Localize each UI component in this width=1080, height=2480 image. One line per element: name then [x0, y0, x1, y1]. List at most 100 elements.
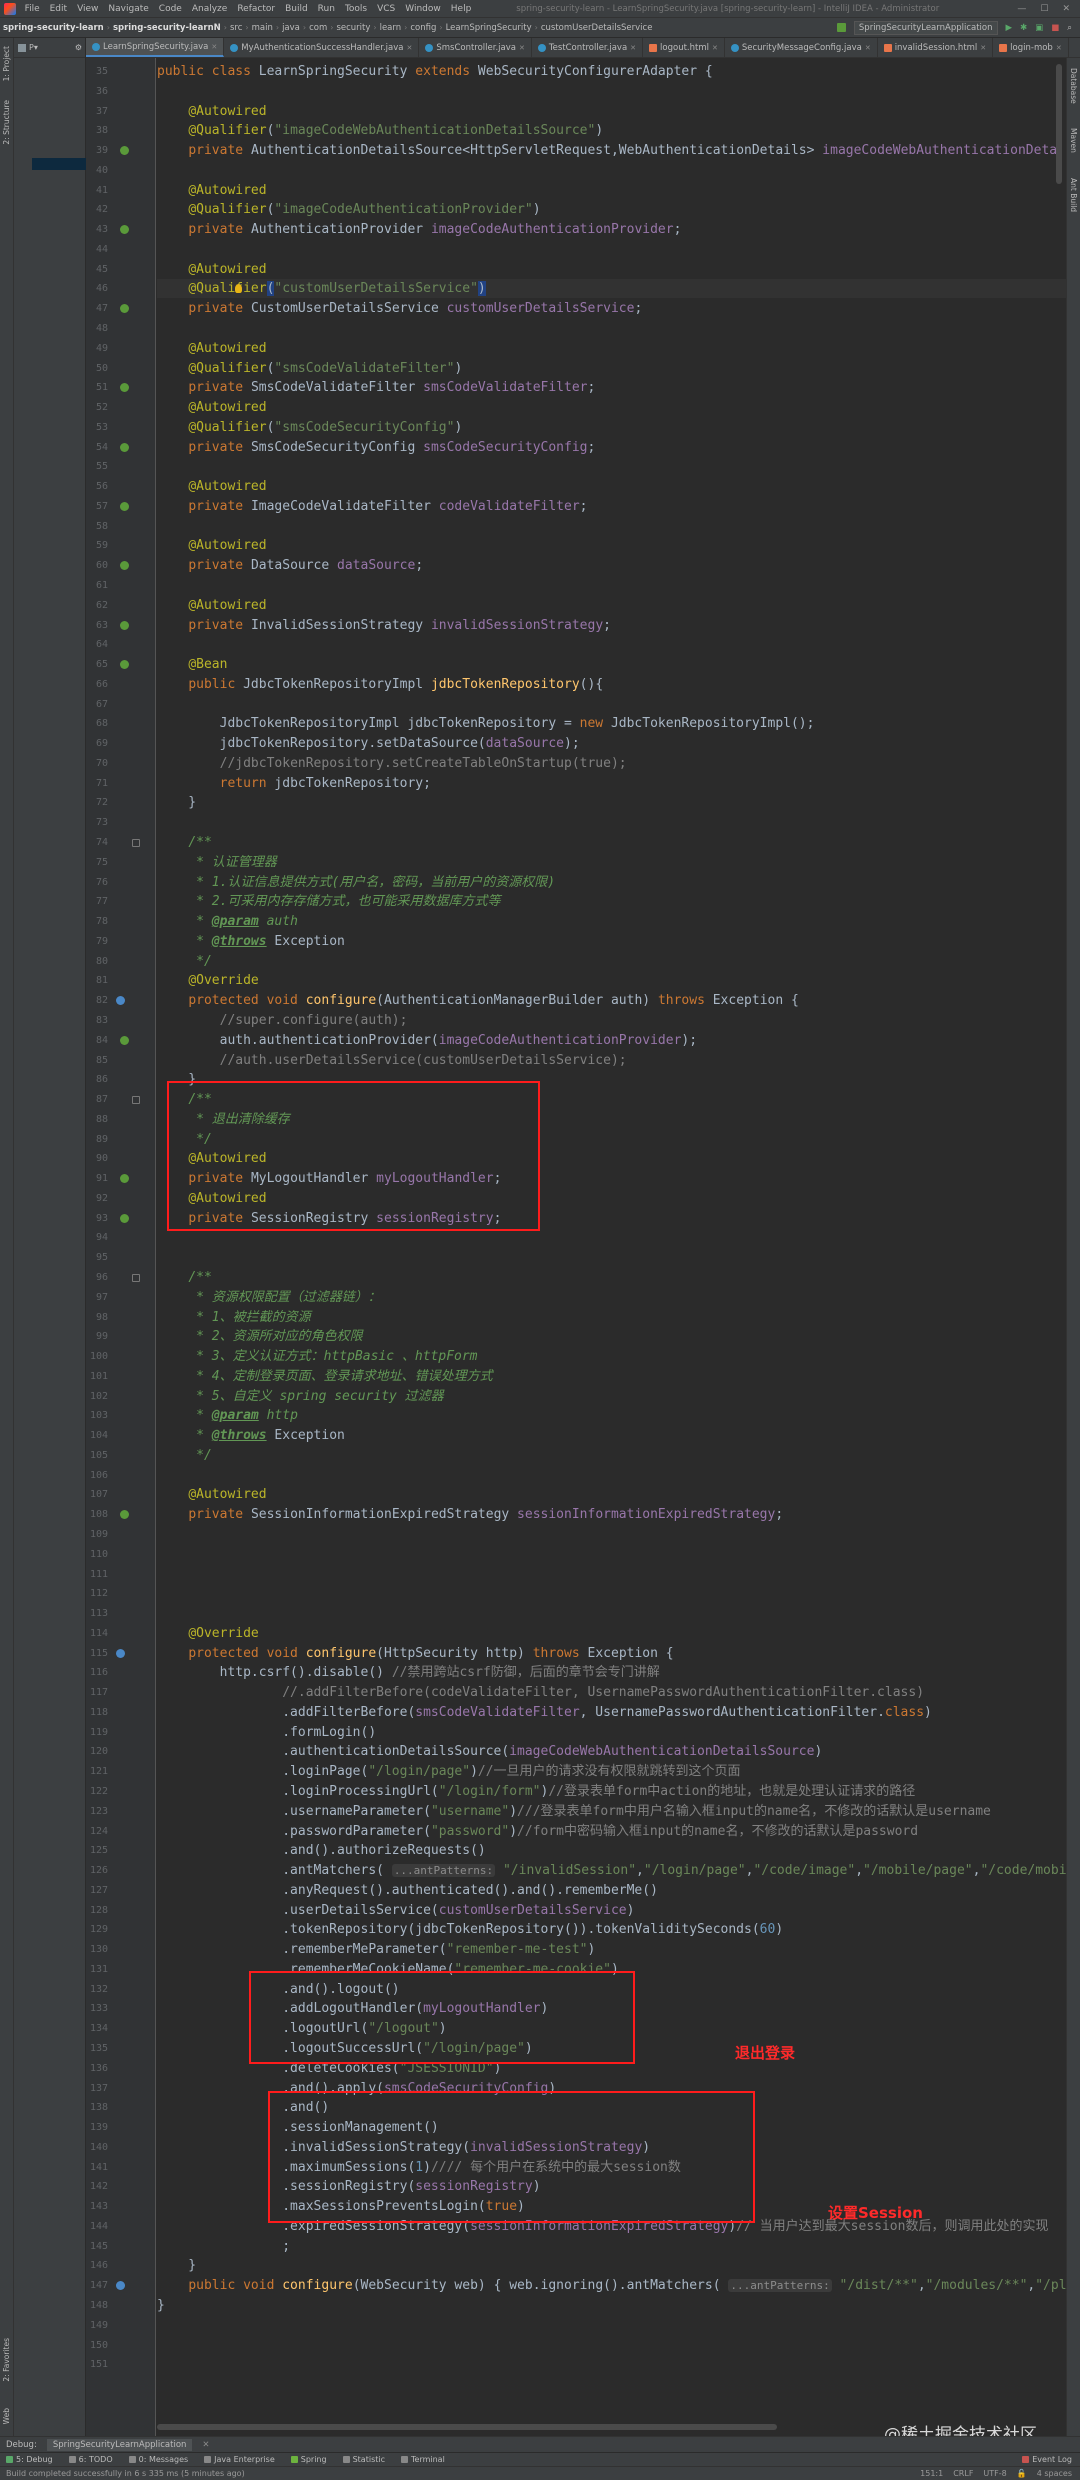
tool-event-log[interactable]: Event Log [1022, 2455, 1080, 2464]
database-tool-button[interactable]: Database [1069, 68, 1078, 104]
code-line[interactable]: @Bean [157, 655, 227, 674]
maven-tool-button[interactable]: Maven [1069, 128, 1078, 153]
project-tool-button[interactable]: 1: Project [2, 46, 11, 81]
spring-bean-icon[interactable] [120, 383, 129, 393]
breadcrumb-project[interactable]: spring-security-learn [0, 23, 107, 33]
code-line[interactable]: auth.authenticationProvider(imageCodeAut… [157, 1031, 697, 1050]
tool-debug[interactable]: 5: Debug [6, 2455, 53, 2464]
override-method-icon[interactable] [116, 2281, 125, 2291]
breadcrumb-learn[interactable]: learn [377, 23, 405, 33]
line-separator[interactable]: CRLF [953, 2469, 973, 2478]
fold-icon[interactable] [132, 1273, 140, 1282]
menu-navigate[interactable]: Navigate [103, 4, 153, 14]
code-line[interactable]: //.addFilterBefore(codeValidateFilter, U… [157, 1683, 924, 1702]
code-line[interactable]: @Qualifier("customUserDetailsService") [157, 279, 486, 298]
breadcrumb-main[interactable]: main [249, 23, 276, 33]
code-line[interactable]: private ImageCodeValidateFilter codeVali… [157, 497, 587, 516]
code-line[interactable]: @Qualifier("imageCodeWebAuthenticationDe… [157, 121, 603, 140]
code-line[interactable]: .tokenRepository(jdbcTokenRepository()).… [157, 1920, 783, 1939]
code-line[interactable]: */ [157, 1446, 212, 1465]
code-line[interactable]: @Autowired [157, 102, 266, 121]
web-tool-button[interactable]: Web [2, 2408, 11, 2424]
code-line[interactable]: @Autowired [157, 181, 266, 200]
code-line[interactable]: * @throws Exception [157, 932, 345, 951]
tab-close-icon[interactable]: ✕ [630, 44, 636, 52]
menu-file[interactable]: File [20, 4, 45, 14]
code-line[interactable]: * 2、资源所对应的角色权限 [157, 1327, 363, 1346]
code-line[interactable]: * 资源权限配置（过滤器链）： [157, 1288, 381, 1307]
code-line[interactable]: http.csrf().disable() //禁用跨站csrf防御，后面的章节… [157, 1663, 660, 1682]
code-line[interactable]: private AuthenticationDetailsSource<Http… [157, 141, 1057, 160]
code-line[interactable]: * 认证管理器 [157, 853, 277, 872]
spring-bean-icon[interactable] [120, 146, 129, 156]
spring-bean-icon[interactable] [120, 442, 129, 452]
tool-statistic[interactable]: Statistic [342, 2455, 385, 2464]
override-method-icon[interactable] [116, 1648, 125, 1658]
code-line[interactable]: return jdbcTokenRepository; [157, 774, 431, 793]
code-line[interactable]: private SmsCodeValidateFilter smsCodeVal… [157, 378, 595, 397]
code-line[interactable]: .and().authorizeRequests() [157, 1841, 486, 1860]
menu-vcs[interactable]: VCS [372, 4, 400, 14]
code-line[interactable]: .loginProcessingUrl("/login/form")//登录表单… [157, 1782, 915, 1801]
breadcrumb-src[interactable]: src [227, 23, 245, 33]
code-line[interactable]: @Qualifier("imageCodeAuthenticationProvi… [157, 200, 540, 219]
menu-analyze[interactable]: Analyze [187, 4, 232, 14]
code-editor[interactable]: public class LearnSpringSecurity extends… [157, 58, 1066, 2442]
project-panel-title[interactable]: P▾ [29, 43, 38, 52]
tab-close-icon[interactable]: ✕ [211, 43, 217, 51]
code-line[interactable]: .loginPage("/login/page")//一旦用户的请求没有权限就跳… [157, 1762, 740, 1781]
coverage-icon[interactable]: ▣ [1035, 23, 1043, 33]
code-line[interactable]: * @throws Exception [157, 1426, 345, 1445]
code-line[interactable]: public void configure(WebSecurity web) {… [157, 2276, 1066, 2295]
favorites-tool-button[interactable]: 2: Favorites [2, 2338, 11, 2382]
debug-session-tab[interactable]: SpringSecurityLearnApplication [46, 2438, 193, 2451]
settings-icon[interactable]: ⚙ [75, 43, 85, 52]
ant-build-tool-button[interactable]: Ant Build [1069, 178, 1078, 212]
code-line[interactable]: * 1、被拦截的资源 [157, 1308, 311, 1327]
code-line[interactable]: JdbcTokenRepositoryImpl jdbcTokenReposit… [157, 714, 815, 733]
menu-edit[interactable]: Edit [45, 4, 72, 14]
spring-bean-icon[interactable] [120, 1213, 129, 1223]
code-line[interactable]: public JdbcTokenRepositoryImpl jdbcToken… [157, 675, 603, 694]
code-line[interactable]: private AuthenticationProvider imageCode… [157, 220, 681, 239]
menu-build[interactable]: Build [280, 4, 313, 14]
code-line[interactable]: .antMatchers( ...antPatterns: "/invalidS… [157, 1861, 1066, 1880]
code-line[interactable]: } [157, 793, 196, 812]
code-line[interactable]: * 1.认证信息提供方式(用户名，密码，当前用户的资源权限) [157, 873, 555, 892]
caret-position[interactable]: 151:1 [920, 2469, 943, 2478]
menu-tools[interactable]: Tools [340, 4, 372, 14]
indent-setting[interactable]: 4 spaces [1037, 2469, 1072, 2478]
tab-close-icon[interactable]: ✕ [865, 44, 871, 52]
code-line[interactable]: //super.configure(auth); [157, 1011, 408, 1030]
code-line[interactable]: .authenticationDetailsSource(imageCodeWe… [157, 1742, 822, 1761]
code-line[interactable]: } [157, 2256, 196, 2275]
code-line[interactable]: @Autowired [157, 536, 266, 555]
breadcrumb-com[interactable]: com [306, 23, 330, 33]
code-line[interactable]: .formLogin() [157, 1723, 376, 1742]
code-line[interactable]: * @param auth [157, 912, 298, 931]
tool-spring[interactable]: Spring [290, 2455, 327, 2464]
build-hammer-icon[interactable] [836, 23, 846, 32]
search-icon[interactable]: ⌕ [1067, 23, 1072, 33]
code-line[interactable]: @Autowired [157, 1485, 266, 1504]
code-line[interactable]: ; [157, 2237, 290, 2256]
menu-run[interactable]: Run [313, 4, 340, 14]
vertical-scrollbar[interactable] [1056, 64, 1062, 184]
code-line[interactable]: @Autowired [157, 339, 266, 358]
code-line[interactable]: public class LearnSpringSecurity extends… [157, 62, 713, 81]
code-line[interactable]: //jdbcTokenRepository.setCreateTableOnSt… [157, 754, 627, 773]
tool-todo[interactable]: 6: TODO [68, 2455, 113, 2464]
tab-7[interactable]: login-mob ✕ [993, 38, 1069, 57]
menu-view[interactable]: View [72, 4, 103, 14]
code-line[interactable]: @Qualifier("smsCodeValidateFilter") [157, 359, 462, 378]
spring-bean-icon[interactable] [120, 304, 129, 314]
tab-close-icon[interactable]: ✕ [712, 44, 718, 52]
breadcrumb-class[interactable]: LearnSpringSecurity [443, 23, 535, 33]
tab-6[interactable]: invalidSession.html ✕ [878, 38, 994, 57]
tab-0[interactable]: LearnSpringSecurity.java ✕ [86, 38, 225, 57]
menu-window[interactable]: Window [400, 4, 446, 14]
code-line[interactable]: .addFilterBefore(smsCodeValidateFilter, … [157, 1703, 932, 1722]
lock-icon[interactable]: 🔓 [1017, 2469, 1027, 2478]
code-line[interactable]: * 5、自定义 spring security 过滤器 [157, 1387, 444, 1406]
menu-code[interactable]: Code [154, 4, 187, 14]
